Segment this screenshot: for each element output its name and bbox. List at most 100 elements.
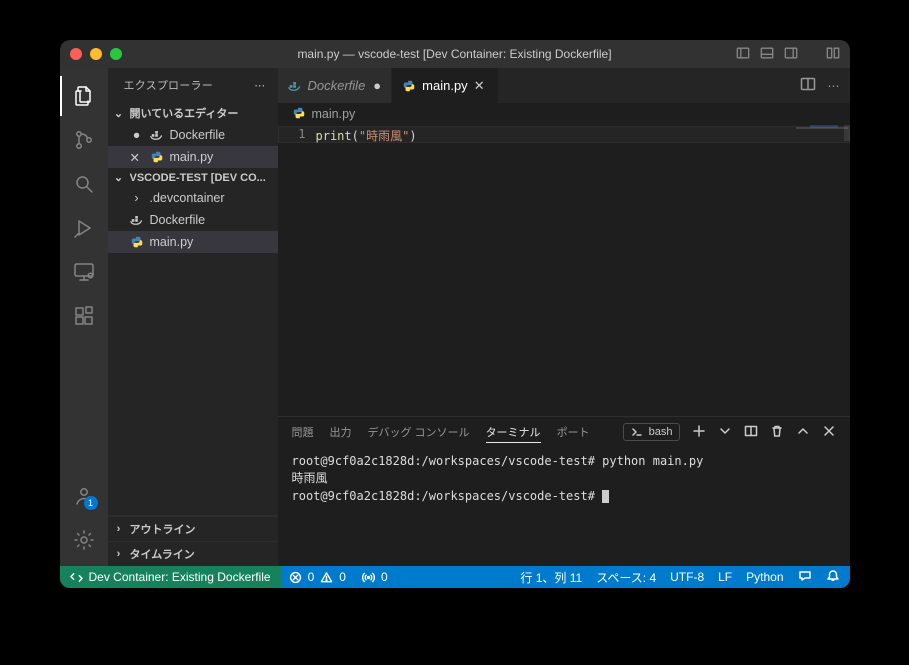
panel-tab-terminal[interactable]: ターミナル [486,422,541,443]
code-token-string: "時雨風" [359,129,409,143]
open-editor-name: main.py [170,150,214,164]
tree-file[interactable]: main.py [108,231,278,253]
sidebar-more-icon[interactable]: ⋯ [254,79,265,92]
term-line: root@9cf0a2c1828d:/workspaces/vscode-tes… [292,489,603,503]
close-panel-icon[interactable] [822,424,836,441]
chevron-down-icon: ⌄ [112,107,126,120]
scroll-marker [810,125,838,128]
term-line: root@9cf0a2c1828d:/workspaces/vscode-tes… [292,454,704,468]
panel-tab-ports[interactable]: ポート [557,422,590,442]
timeline-section[interactable]: › タイムライン [108,541,278,566]
customize-layout-icon[interactable] [826,46,840,63]
activity-settings[interactable] [60,520,108,560]
docker-icon [288,79,302,93]
explorer-sidebar: エクスプローラー ⋯ ⌄ 開いているエディター ● Dockerfile ✕ m… [108,68,278,566]
close-icon[interactable]: ✕ [474,78,488,94]
python-icon [402,79,416,93]
tab-modified-icon: ● [373,78,381,93]
folder-header[interactable]: ⌄ VSCODE-TEST [DEV CO... [108,168,278,187]
open-editor-item[interactable]: ● Dockerfile [108,124,278,146]
code-editor[interactable]: 1 print("時雨風") [278,125,850,416]
panel-tab-problems[interactable]: 問題 [292,422,314,442]
status-eol[interactable]: LF [718,570,732,584]
status-warnings: 0 [339,570,346,584]
outline-label: アウトライン [130,521,196,537]
vscode-window: main.py — vscode-test [Dev Container: Ex… [60,40,850,588]
split-terminal-icon[interactable] [744,424,758,441]
split-editor-icon[interactable] [800,76,816,95]
minimize-window-icon[interactable] [90,48,102,60]
shell-name: bash [649,426,673,438]
trash-icon[interactable] [770,424,784,441]
activity-run-debug[interactable] [60,208,108,248]
status-language[interactable]: Python [746,570,783,584]
docker-icon [130,213,144,227]
panel-tab-debug-console[interactable]: デバッグ コンソール [368,422,470,442]
status-ports[interactable]: 0 [354,566,396,588]
code-area[interactable]: print("時雨風") [316,125,850,416]
status-problems[interactable]: 0 0 [281,566,354,588]
open-editor-name: Dockerfile [170,128,226,142]
activity-remote-explorer[interactable] [60,252,108,292]
status-remote-label: Dev Container: Existing Dockerfile [89,570,271,584]
feedback-icon[interactable] [798,569,812,586]
status-spaces[interactable]: スペース: 4 [596,569,656,586]
layout-bottom-icon[interactable] [760,46,774,63]
tab-label: main.py [422,78,468,93]
activity-explorer[interactable] [60,76,108,116]
sidebar-bottom: ›アウトライン › タイムライン [108,515,278,566]
chevron-right-icon: › [130,191,144,205]
status-ports-count: 0 [381,570,388,584]
docker-icon [150,128,164,142]
close-icon[interactable]: ✕ [130,150,144,165]
term-line: 時雨風 [292,471,328,485]
tab-main-py[interactable]: main.py ✕ [392,68,499,103]
tab-dockerfile[interactable]: Dockerfile ● [278,68,393,103]
layout-left-icon[interactable] [736,46,750,63]
status-lncol[interactable]: 行 1、列 11 [520,569,582,586]
editor-actions: ⋯ [790,68,850,103]
tree-folder[interactable]: › .devcontainer [108,187,278,209]
chevron-down-icon[interactable] [718,424,732,441]
status-bar: Dev Container: Existing Dockerfile 0 0 0… [60,566,850,588]
titlebar: main.py — vscode-test [Dev Container: Ex… [60,40,850,68]
tab-label: Dockerfile [308,78,366,93]
more-icon[interactable]: ⋯ [828,79,840,93]
chevron-right-icon: › [112,548,126,560]
status-errors: 0 [308,570,315,584]
outline-section[interactable]: ›アウトライン [108,516,278,541]
activity-accounts[interactable]: 1 [60,476,108,516]
chevron-up-icon[interactable] [796,424,810,441]
activity-search[interactable] [60,164,108,204]
terminal-output[interactable]: root@9cf0a2c1828d:/workspaces/vscode-tes… [278,447,850,566]
folder-label: VSCODE-TEST [DEV CO... [130,172,266,184]
minimap[interactable] [790,125,850,416]
tree-file[interactable]: Dockerfile [108,209,278,231]
bottom-panel: 問題 出力 デバッグ コンソール ターミナル ポート bash [278,416,850,566]
timeline-label: タイムライン [130,546,195,562]
breadcrumb[interactable]: main.py [278,103,850,125]
tree-label: .devcontainer [150,191,225,205]
open-editors-label: 開いているエディター [130,105,239,121]
line-number: 1 [278,125,316,416]
open-editor-item[interactable]: ✕ main.py [108,146,278,168]
terminal-shell-selector[interactable]: bash [623,423,680,441]
layout-right-icon[interactable] [784,46,798,63]
panel-tab-output[interactable]: 出力 [330,422,352,442]
sidebar-header: エクスプローラー ⋯ [108,68,278,102]
open-editors-header[interactable]: ⌄ 開いているエディター [108,102,278,124]
activity-source-control[interactable] [60,120,108,160]
python-icon [292,106,306,123]
activity-extensions[interactable] [60,296,108,336]
activity-bar: 1 [60,68,108,566]
zoom-window-icon[interactable] [110,48,122,60]
status-encoding[interactable]: UTF-8 [670,570,704,584]
code-token-close: ) [409,129,416,143]
close-window-icon[interactable] [70,48,82,60]
terminal-cursor [602,490,609,503]
new-terminal-icon[interactable] [692,424,706,441]
sidebar-title: エクスプローラー [124,77,213,93]
status-remote[interactable]: Dev Container: Existing Dockerfile [60,566,281,588]
notifications-icon[interactable] [826,569,840,586]
editor-group: Dockerfile ● main.py ✕ ⋯ main.py [278,68,850,566]
